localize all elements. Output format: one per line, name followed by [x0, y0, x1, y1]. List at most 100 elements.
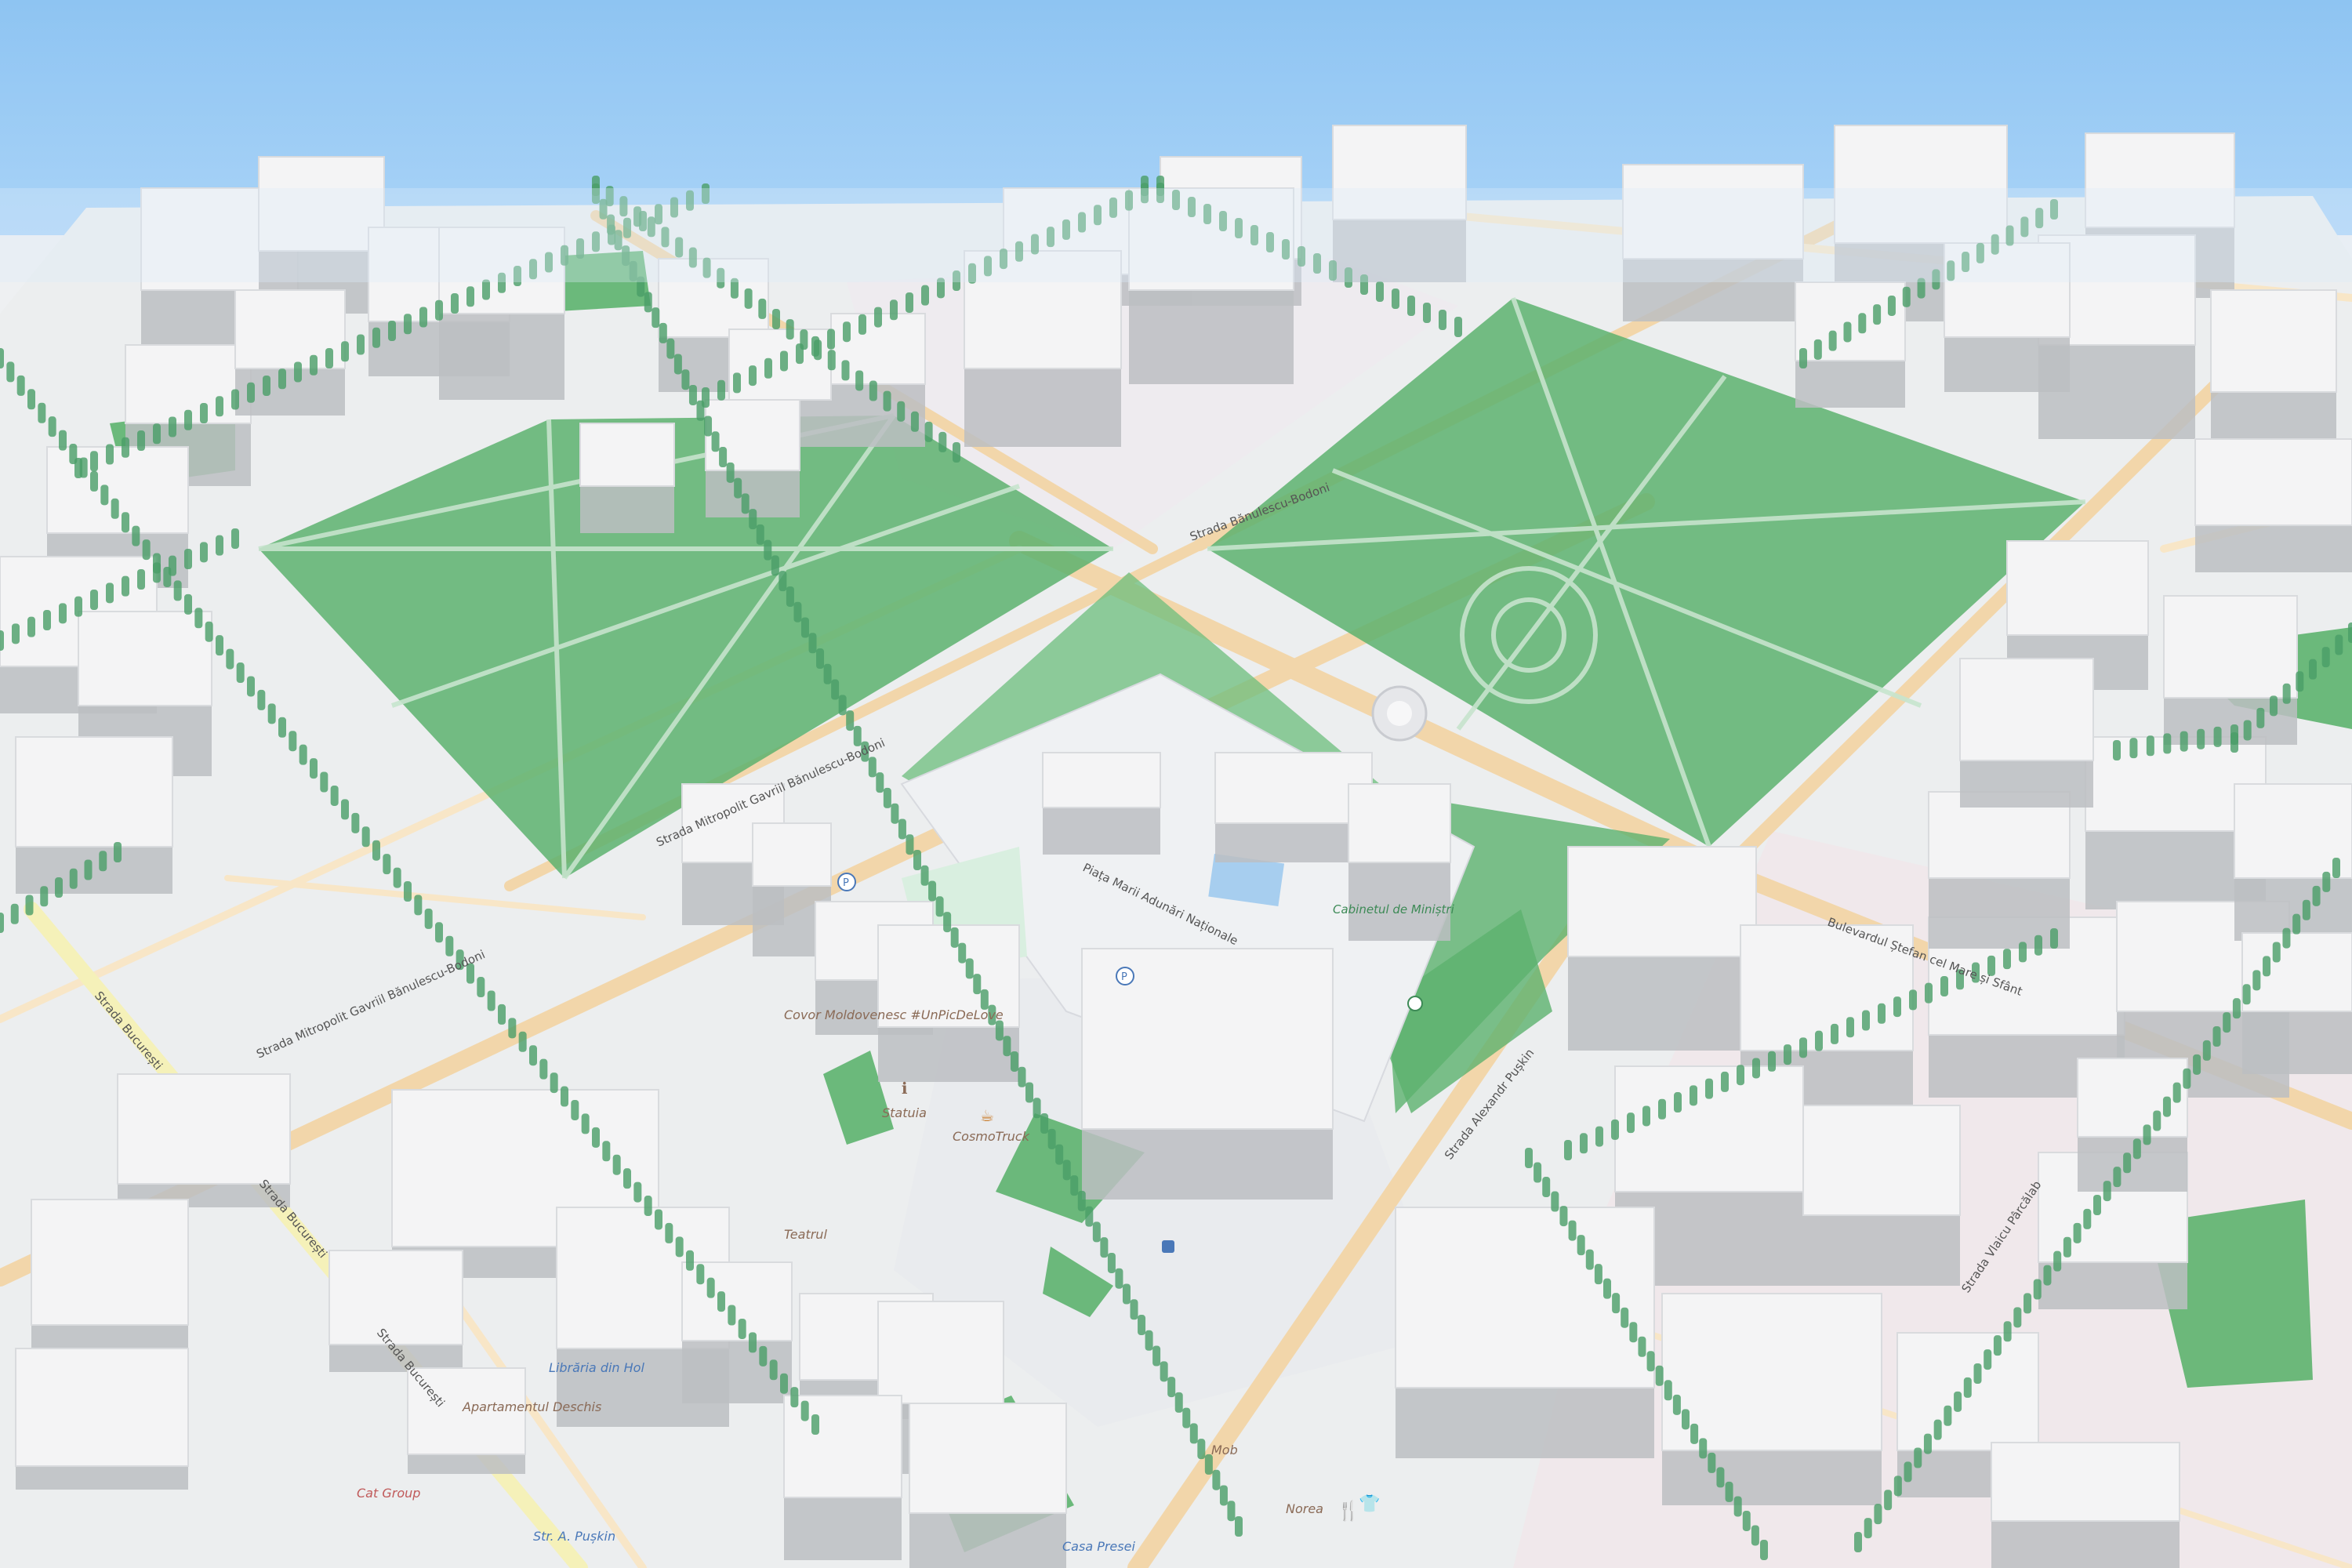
tree — [1376, 281, 1384, 302]
tree — [2063, 1236, 2071, 1258]
tree — [372, 840, 380, 861]
tree — [702, 387, 710, 408]
building[interactable] — [1928, 791, 2071, 949]
tree — [137, 430, 145, 451]
tree — [1621, 1307, 1629, 1328]
poi-label: Statuia — [882, 1105, 927, 1120]
building[interactable] — [1802, 1105, 1961, 1286]
tree — [1721, 1071, 1729, 1092]
building[interactable] — [1567, 846, 1757, 1051]
tree — [1768, 1051, 1776, 1072]
tree — [325, 348, 333, 368]
tree — [1993, 1335, 2002, 1356]
tree — [1682, 1409, 1690, 1430]
tree — [1909, 989, 1917, 1011]
tree — [43, 610, 51, 630]
tree — [1189, 1423, 1198, 1444]
tree — [1407, 296, 1415, 316]
tree — [995, 1020, 1004, 1041]
tree — [257, 689, 266, 710]
building[interactable] — [1991, 1442, 2180, 1568]
tree — [2162, 1096, 2171, 1117]
tree — [404, 314, 412, 335]
tree — [1423, 303, 1431, 323]
tree — [1595, 1126, 1603, 1147]
tree — [1107, 1252, 1116, 1273]
tree — [973, 974, 982, 995]
poi-label: Teatrul — [784, 1227, 827, 1242]
building[interactable] — [31, 1199, 189, 1348]
tree — [965, 958, 974, 979]
tree — [2309, 659, 2317, 680]
tree — [137, 569, 145, 590]
tree — [811, 1414, 819, 1435]
tree — [1862, 1010, 1870, 1031]
map-canvas[interactable]: Strada Mitropolit Gavriil Bănulescu-Bodo… — [0, 0, 2352, 1568]
tree — [477, 977, 485, 998]
building[interactable] — [2163, 595, 2298, 745]
building[interactable] — [15, 1348, 189, 1490]
building[interactable] — [579, 423, 675, 533]
tree — [2296, 671, 2304, 692]
tree — [602, 1141, 611, 1162]
tree — [153, 423, 161, 445]
building[interactable] — [783, 1395, 902, 1560]
building[interactable] — [1395, 1207, 1655, 1458]
building[interactable] — [2194, 438, 2352, 572]
building[interactable] — [1959, 658, 2094, 808]
tree — [906, 834, 914, 855]
tree — [1138, 1315, 1146, 1336]
tree — [666, 338, 675, 359]
tree — [950, 927, 959, 948]
tree — [205, 621, 213, 642]
tree — [2180, 731, 2188, 752]
building[interactable] — [909, 1403, 1067, 1568]
tree — [980, 989, 989, 1010]
tree — [1944, 1405, 1952, 1426]
tree — [1145, 1330, 1153, 1351]
building[interactable] — [1042, 752, 1161, 855]
building[interactable] — [1661, 1293, 1882, 1505]
tree — [299, 744, 307, 765]
tree — [1568, 1220, 1577, 1241]
tree — [759, 1345, 768, 1367]
tree — [673, 354, 682, 375]
tree — [90, 590, 98, 610]
building[interactable] — [1348, 783, 1451, 941]
svg-text:👕: 👕 — [1359, 1494, 1380, 1514]
tree — [169, 416, 176, 437]
horizon-haze — [0, 188, 2352, 282]
tree — [1564, 1140, 1572, 1160]
tree — [1925, 982, 1933, 1004]
building[interactable] — [2241, 932, 2352, 1074]
bus-stop-icon — [1162, 1240, 1174, 1253]
tree — [769, 1359, 778, 1381]
tree — [858, 314, 866, 335]
tree — [704, 416, 713, 437]
tree — [749, 509, 757, 530]
tree — [1130, 1299, 1138, 1320]
tree — [1831, 1023, 1838, 1044]
poi-label: Mob — [1211, 1443, 1238, 1457]
tree — [2321, 647, 2330, 668]
tree — [2213, 726, 2222, 747]
poi-label: Cabinetul de Miniștri — [1333, 902, 1455, 916]
tree — [1025, 1082, 1034, 1103]
poi-label: Casa Presei — [1062, 1539, 1135, 1554]
tree — [581, 1113, 590, 1134]
tree — [90, 470, 98, 492]
tree — [1690, 1085, 1697, 1106]
tree — [1603, 1278, 1611, 1299]
tree — [827, 350, 836, 371]
building[interactable] — [2210, 289, 2337, 463]
tree — [2302, 899, 2310, 920]
tree — [169, 555, 176, 576]
tree — [383, 854, 391, 875]
tree — [200, 542, 208, 563]
building[interactable] — [877, 924, 1020, 1082]
building[interactable] — [15, 736, 173, 894]
building[interactable] — [1081, 948, 1334, 1200]
tree — [793, 601, 802, 622]
tree — [419, 307, 427, 328]
building[interactable] — [2077, 1058, 2188, 1192]
